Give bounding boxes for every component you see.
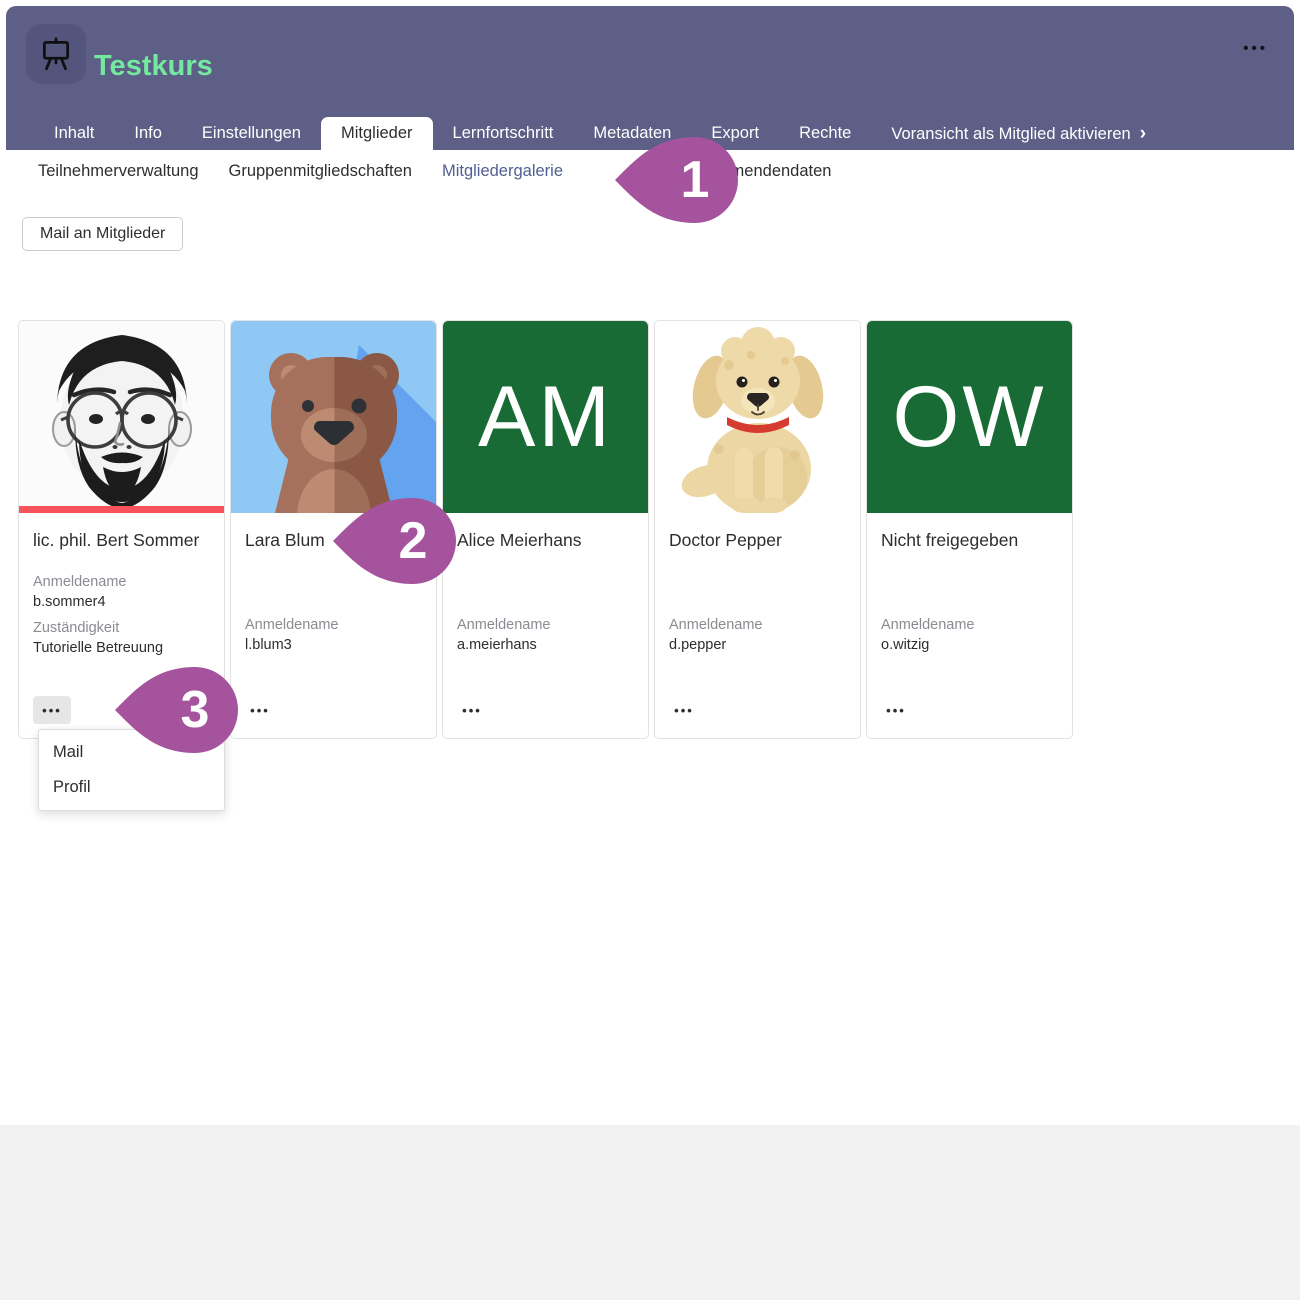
login-field: Anmeldename a.meierhans	[457, 617, 634, 653]
subnav-gruppenmitgliedschaften[interactable]: Gruppenmitgliedschaften	[229, 162, 412, 181]
login-value: a.meierhans	[457, 637, 634, 653]
member-gallery-page: Testkurs ••• Inhalt Info Einstellungen M…	[0, 0, 1300, 1300]
member-card: OW Nicht freigegeben Anmeldename o.witzi…	[866, 320, 1073, 739]
annotation-number: 3	[181, 681, 210, 739]
tab-lernfortschritt[interactable]: Lernfortschritt	[433, 117, 574, 150]
member-more-button[interactable]: •••	[33, 696, 71, 724]
login-label: Anmeldename	[457, 617, 634, 633]
role-field: Zuständigkeit Tutorielle Betreuung	[33, 620, 210, 656]
member-name: Nicht freigegeben	[881, 530, 1058, 551]
course-tab-bar: Inhalt Info Einstellungen Mitglieder Ler…	[34, 117, 1166, 150]
member-name: lic. phil. Bert Sommer	[33, 530, 210, 551]
bear-avatar-illustration	[231, 321, 436, 513]
presentation-board-icon	[38, 35, 74, 73]
mail-to-members-button[interactable]: Mail an Mitglieder	[22, 217, 183, 251]
member-avatar	[655, 321, 860, 513]
annotation-callout-3: 3	[113, 664, 238, 756]
tab-voransicht[interactable]: Voransicht als Mitglied aktivieren ›	[871, 117, 1166, 150]
login-value: d.pepper	[669, 637, 846, 653]
role-label: Zuständigkeit	[33, 620, 210, 636]
member-card: AM Alice Meierhans Anmeldename a.meierha…	[442, 320, 649, 739]
member-avatar	[19, 321, 224, 513]
login-field: Anmeldename d.pepper	[669, 617, 846, 653]
member-avatar	[231, 321, 436, 513]
subnav-teilnehmerverwaltung[interactable]: Teilnehmerverwaltung	[38, 162, 199, 181]
context-menu-profil[interactable]: Profil	[39, 770, 224, 805]
poodle-dog-illustration	[655, 321, 860, 513]
course-icon-tile	[26, 24, 86, 84]
login-label: Anmeldename	[881, 617, 1058, 633]
initials-avatar: OW	[867, 321, 1072, 513]
tab-rechte[interactable]: Rechte	[779, 117, 871, 150]
login-value: l.blum3	[245, 637, 422, 653]
tab-voransicht-label: Voransicht als Mitglied aktivieren	[891, 125, 1130, 143]
annotation-number: 1	[681, 151, 710, 209]
course-header: Testkurs ••• Inhalt Info Einstellungen M…	[6, 6, 1294, 150]
member-card: Doctor Pepper Anmeldename d.pepper •••	[654, 320, 861, 739]
member-avatar: AM	[443, 321, 648, 513]
tab-einstellungen[interactable]: Einstellungen	[182, 117, 321, 150]
member-card-body: Nicht freigegeben Anmeldename o.witzig	[867, 530, 1072, 653]
member-name: Alice Meierhans	[457, 530, 634, 551]
member-more-button[interactable]: •••	[881, 696, 911, 724]
man-portrait-sketch	[19, 321, 224, 513]
annotation-callout-2: 2	[331, 495, 456, 587]
member-card-body: lic. phil. Bert Sommer Anmeldename b.som…	[19, 530, 224, 656]
login-label: Anmeldename	[669, 617, 846, 633]
login-value: b.sommer4	[33, 594, 210, 610]
tab-info[interactable]: Info	[114, 117, 182, 150]
annotation-callout-1: 1	[613, 134, 738, 226]
role-value: Tutorielle Betreuung	[33, 640, 210, 656]
login-field: Anmeldename o.witzig	[881, 617, 1058, 653]
subnav-mitgliedergalerie[interactable]: Mitgliedergalerie	[442, 162, 563, 181]
tab-inhalt[interactable]: Inhalt	[34, 117, 114, 150]
tab-mitglieder[interactable]: Mitglieder	[321, 117, 433, 150]
owner-red-underline	[19, 506, 224, 513]
member-card-body: Doctor Pepper Anmeldename d.pepper	[655, 530, 860, 653]
login-field: Anmeldename b.sommer4	[33, 574, 210, 610]
member-avatar: OW	[867, 321, 1072, 513]
member-more-button[interactable]: •••	[669, 696, 699, 724]
login-label: Anmeldename	[33, 574, 210, 590]
annotation-number: 2	[399, 512, 428, 570]
header-more-icon[interactable]: •••	[1243, 40, 1268, 57]
member-more-button[interactable]: •••	[245, 696, 275, 724]
chevron-right-icon: ›	[1140, 123, 1146, 144]
page-title: Testkurs	[94, 50, 213, 83]
login-field: Anmeldename l.blum3	[245, 617, 422, 653]
login-value: o.witzig	[881, 637, 1058, 653]
member-more-button[interactable]: •••	[457, 696, 487, 724]
footer-background	[0, 1125, 1300, 1300]
member-name: Doctor Pepper	[669, 530, 846, 551]
login-label: Anmeldename	[245, 617, 422, 633]
member-card-body: Alice Meierhans Anmeldename a.meierhans	[443, 530, 648, 653]
initials-avatar: AM	[443, 321, 648, 513]
